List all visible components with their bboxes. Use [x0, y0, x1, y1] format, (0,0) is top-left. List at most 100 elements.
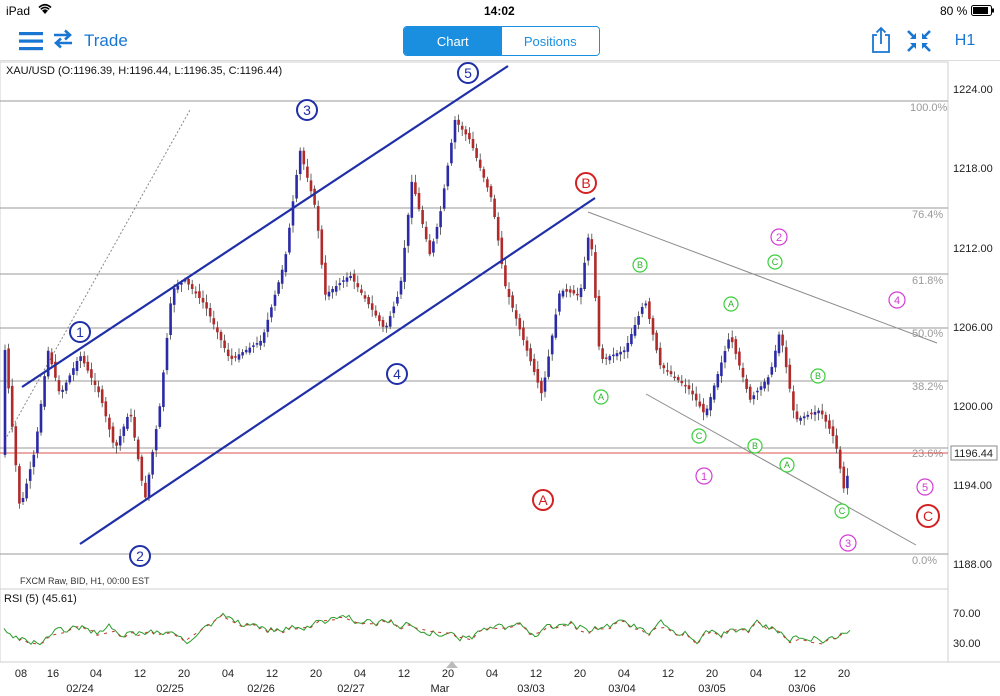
candle-body [309, 180, 313, 192]
candle-body [759, 386, 763, 390]
date-tick: 03/03 [517, 683, 545, 695]
candle-body [766, 377, 770, 385]
candle-body [378, 315, 381, 322]
candle-body [550, 335, 554, 355]
candle-body [702, 403, 705, 413]
candle-body [288, 227, 291, 253]
candle-body [554, 314, 558, 338]
sub-wave-label: A [784, 460, 790, 470]
tab-positions[interactable]: Positions [501, 27, 599, 55]
time-tick: 20 [310, 668, 322, 680]
wave-label-3: 3 [303, 102, 311, 118]
candle-body [738, 351, 741, 366]
candle-body [111, 426, 115, 443]
candle-body [428, 240, 432, 255]
candle-body [82, 355, 86, 364]
candle-body [612, 354, 615, 357]
candle-body [453, 120, 457, 143]
sub-wave-label: B [637, 260, 643, 270]
candle-body [594, 252, 597, 298]
candle-body [356, 283, 360, 288]
collapse-icon[interactable] [905, 28, 933, 54]
candle-body [241, 352, 244, 356]
candle-body [576, 293, 579, 296]
candle-body [460, 125, 464, 130]
candle-body [230, 355, 234, 359]
price-tick: 1212.00 [953, 243, 993, 255]
minor-wave-label: 2 [776, 232, 782, 244]
time-tick: 20 [706, 668, 718, 680]
candle-body [226, 349, 230, 357]
candle-body [306, 166, 309, 178]
candle-body [75, 361, 79, 371]
candle-body [248, 347, 252, 353]
candle-body [201, 297, 205, 303]
time-tick: 04 [618, 668, 630, 680]
candle-body [583, 262, 586, 289]
fib-label: 23.6% [912, 448, 943, 460]
candle-body [507, 288, 511, 297]
candle-body [212, 318, 216, 325]
date-tick: 03/06 [788, 683, 816, 695]
candle-body [543, 377, 547, 392]
candle-body [100, 389, 104, 404]
wave-label-1: 1 [76, 324, 84, 340]
candle-body [219, 331, 223, 341]
time-tick: 16 [47, 668, 59, 680]
candle-body [46, 350, 50, 377]
candle-body [529, 348, 532, 362]
tab-chart[interactable]: Chart [404, 27, 502, 55]
candle-body [511, 295, 514, 308]
candle-body [799, 417, 802, 421]
minor-wave-label: 5 [922, 482, 928, 494]
candle-body [464, 129, 468, 135]
candle-body [320, 229, 324, 265]
trade-button[interactable]: Trade [52, 28, 128, 54]
time-tick: 12 [266, 668, 278, 680]
candle-body [784, 347, 788, 368]
candle-body [568, 289, 572, 293]
candle-body [352, 273, 356, 282]
candle-body [115, 442, 118, 446]
candle-body [547, 356, 550, 377]
candle-body [590, 239, 594, 250]
candle-body [244, 349, 248, 353]
candle-body [176, 285, 180, 290]
candle-body [129, 414, 133, 417]
candle-body [676, 377, 680, 381]
candle-body [280, 269, 284, 284]
share-icon[interactable] [868, 25, 894, 55]
candle-body [457, 119, 460, 125]
candle-body [842, 466, 846, 489]
candle-body [97, 386, 100, 393]
candle-body [669, 371, 673, 375]
candle-body [622, 350, 626, 353]
candle-body [327, 291, 331, 297]
fib-label: 100.0% [910, 102, 948, 114]
candle-body [414, 182, 417, 195]
candle-body [644, 303, 648, 306]
candle-body [396, 296, 399, 304]
candle-body [392, 306, 396, 314]
candle-body [446, 165, 450, 187]
device-label: iPad [6, 4, 31, 18]
candle-body [673, 376, 676, 379]
price-chart[interactable]: 1224.00 1218.00 1212.00 1206.00 1200.00 … [0, 60, 1000, 696]
candle-body [781, 334, 784, 346]
candle-body [748, 386, 752, 400]
candle-body [313, 188, 316, 205]
candle-body [712, 385, 716, 400]
timeframe-button[interactable]: H1 [948, 30, 982, 52]
candle-body [698, 401, 702, 407]
candle-body [295, 174, 298, 199]
candle-body [370, 303, 374, 310]
candle-body [90, 369, 93, 378]
candle-body [374, 310, 378, 316]
candle-body [136, 439, 140, 460]
candle-body [813, 412, 817, 415]
candle-body [399, 280, 403, 295]
sub-wave-label: A [728, 299, 734, 309]
candle-body [525, 340, 529, 351]
candle-body [302, 150, 306, 165]
menu-icon[interactable] [18, 29, 44, 53]
